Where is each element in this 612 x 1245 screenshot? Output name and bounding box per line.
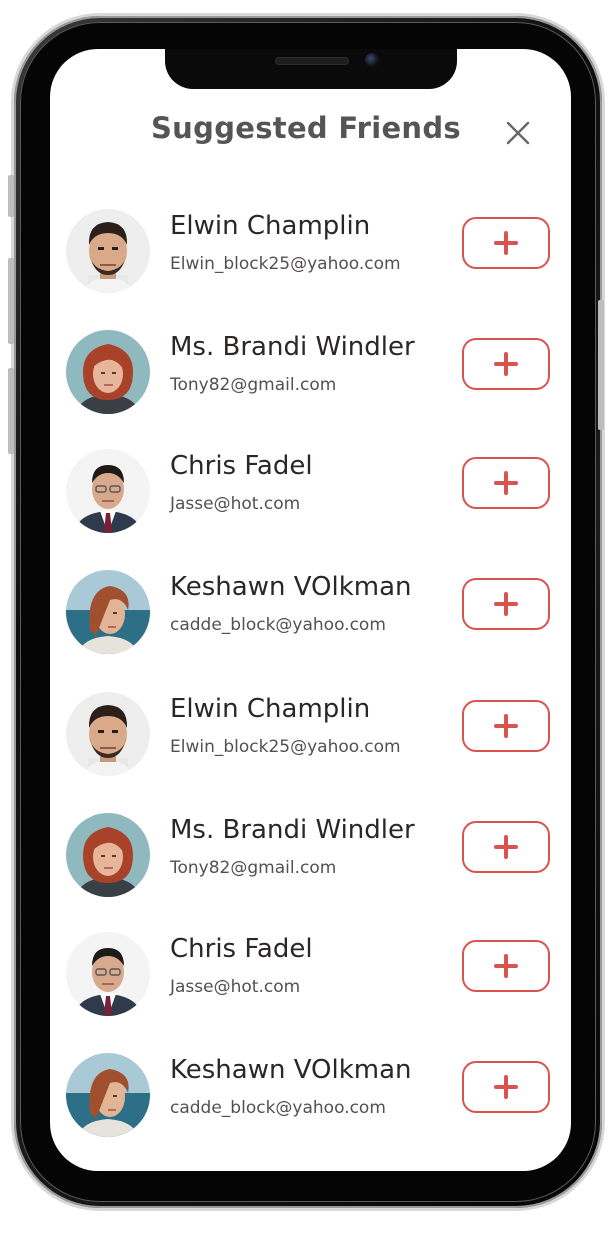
app-screen: Suggested Friends Elwin Champlin Elwin_b… <box>50 49 571 1171</box>
friend-row: Ms. Brandi Windler Tony82@gmail.com <box>50 330 571 430</box>
add-friend-button[interactable] <box>462 700 550 752</box>
plus-icon <box>494 1075 518 1099</box>
avatar[interactable] <box>66 692 150 776</box>
close-icon <box>506 121 530 145</box>
friend-email: Jasse@hot.com <box>170 977 301 997</box>
friend-row: Chris Fadel Jasse@hot.com <box>50 449 571 549</box>
phone-notch <box>165 49 457 89</box>
close-button[interactable] <box>504 119 532 147</box>
plus-icon <box>494 592 518 616</box>
avatar[interactable] <box>66 813 150 897</box>
avatar[interactable] <box>66 449 150 533</box>
add-friend-button[interactable] <box>462 578 550 630</box>
plus-icon <box>494 471 518 495</box>
plus-icon <box>494 352 518 376</box>
power-button <box>598 300 604 430</box>
friend-name: Chris Fadel <box>170 934 313 964</box>
add-friend-button[interactable] <box>462 217 550 269</box>
plus-icon <box>494 835 518 859</box>
friend-email: Jasse@hot.com <box>170 494 301 514</box>
avatar[interactable] <box>66 330 150 414</box>
friend-email: Elwin_block25@yahoo.com <box>170 737 401 757</box>
add-friend-button[interactable] <box>462 338 550 390</box>
speaker-grille <box>275 57 349 65</box>
friend-row: Elwin Champlin Elwin_block25@yahoo.com <box>50 692 571 792</box>
mute-switch <box>8 175 14 217</box>
avatar[interactable] <box>66 570 150 654</box>
avatar[interactable] <box>66 932 150 1016</box>
friend-name: Ms. Brandi Windler <box>170 332 415 362</box>
add-friend-button[interactable] <box>462 457 550 509</box>
add-friend-button[interactable] <box>462 940 550 992</box>
friend-name: Keshawn VOlkman <box>170 1055 412 1085</box>
front-camera <box>365 53 379 67</box>
avatar[interactable] <box>66 1053 150 1137</box>
plus-icon <box>494 714 518 738</box>
friend-row: Keshawn VOlkman cadde_block@yahoo.com <box>50 570 571 670</box>
volume-up-button <box>8 258 14 344</box>
friend-row: Chris Fadel Jasse@hot.com <box>50 932 571 1032</box>
friend-name: Chris Fadel <box>170 451 313 481</box>
friend-email: cadde_block@yahoo.com <box>170 1098 386 1118</box>
friend-name: Keshawn VOlkman <box>170 572 412 602</box>
friend-email: Elwin_block25@yahoo.com <box>170 254 401 274</box>
friend-email: Tony82@gmail.com <box>170 858 337 878</box>
friend-name: Elwin Champlin <box>170 694 371 724</box>
volume-down-button <box>8 368 14 454</box>
friend-row: Keshawn VOlkman cadde_block@yahoo.com <box>50 1053 571 1153</box>
add-friend-button[interactable] <box>462 821 550 873</box>
plus-icon <box>494 954 518 978</box>
page-title: Suggested Friends <box>151 111 461 145</box>
friend-row: Ms. Brandi Windler Tony82@gmail.com <box>50 813 571 913</box>
friend-email: Tony82@gmail.com <box>170 375 337 395</box>
plus-icon <box>494 231 518 255</box>
friend-email: cadde_block@yahoo.com <box>170 615 386 635</box>
avatar[interactable] <box>66 209 150 293</box>
friend-name: Elwin Champlin <box>170 211 371 241</box>
friend-name: Ms. Brandi Windler <box>170 815 415 845</box>
friend-row: Elwin Champlin Elwin_block25@yahoo.com <box>50 209 571 309</box>
add-friend-button[interactable] <box>462 1061 550 1113</box>
